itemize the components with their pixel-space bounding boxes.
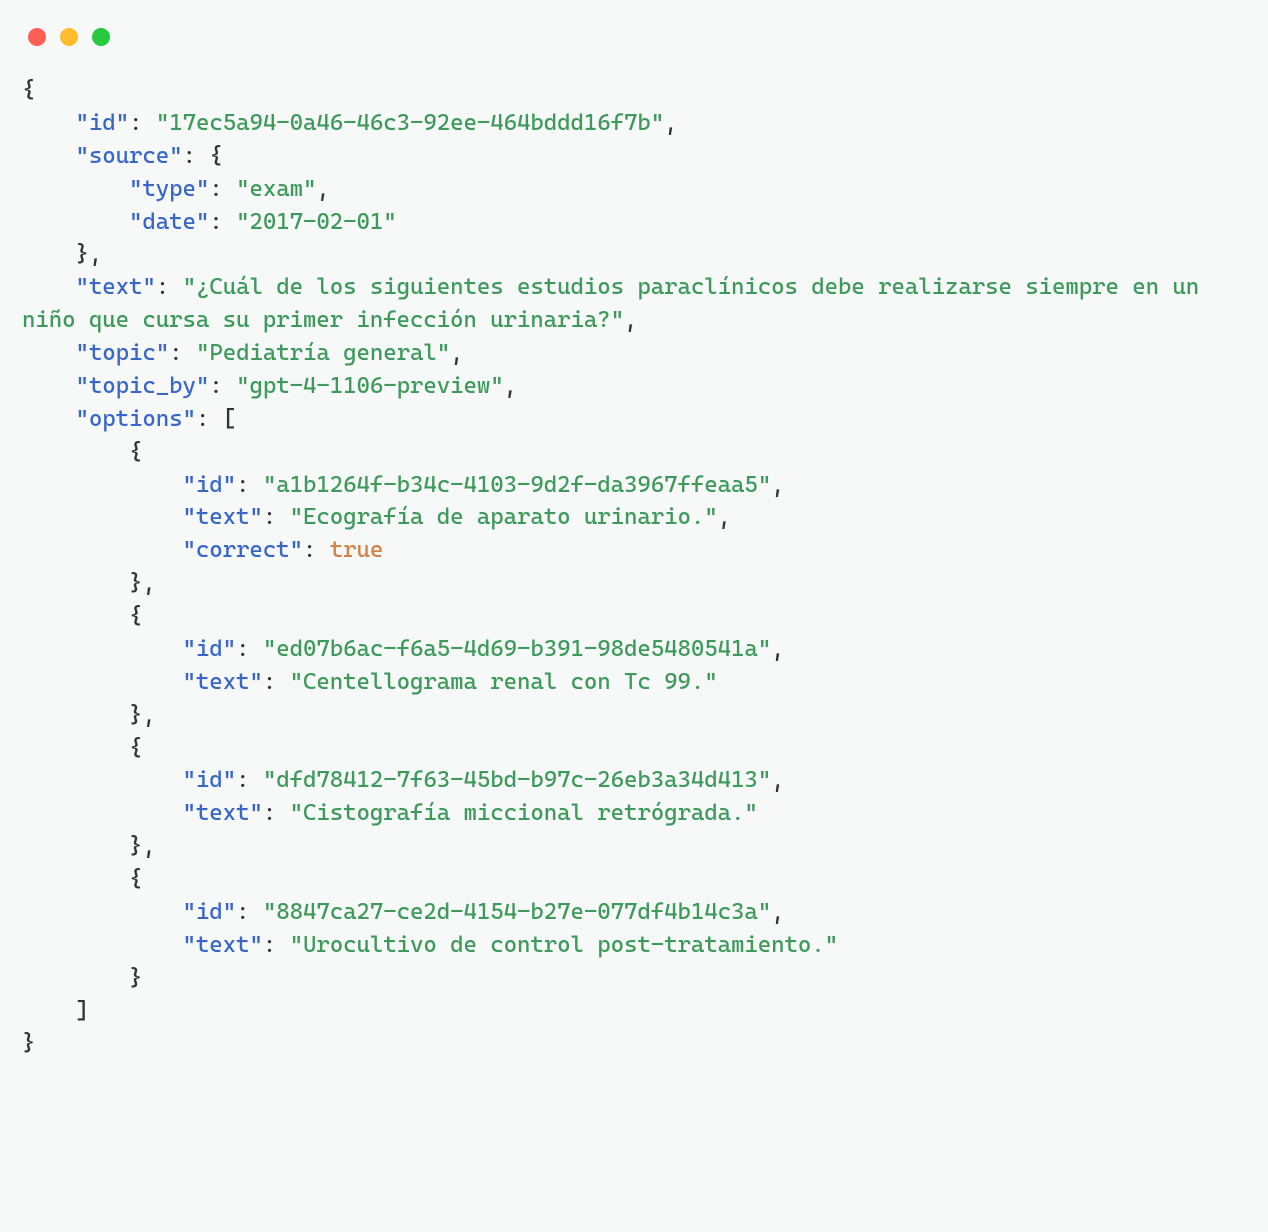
value-opt4-text: "Urocultivo de control post-tratamiento.… [290, 932, 838, 958]
key-topic-by: "topic_by" [76, 373, 210, 399]
key-id: "id" [76, 110, 130, 136]
traffic-lights [0, 0, 1268, 46]
brace-close: } [22, 1030, 35, 1056]
key-opt1-id: "id" [183, 472, 237, 498]
value-opt1-text: "Ecografía de aparato urinario." [290, 504, 718, 530]
value-opt2-id: "ed07b6ac-f6a5-4d69-b391-98de5480541a" [263, 636, 771, 662]
brace-open: { [22, 77, 35, 103]
close-icon[interactable] [28, 28, 46, 46]
key-opt3-id: "id" [183, 767, 237, 793]
key-opt1-correct: "correct" [183, 537, 303, 563]
maximize-icon[interactable] [92, 28, 110, 46]
key-source: "source" [76, 143, 183, 169]
value-opt3-text: "Cistografía miccional retrógrada." [290, 800, 758, 826]
key-opt2-text: "text" [183, 669, 263, 695]
key-opt4-id: "id" [183, 899, 237, 925]
value-opt3-id: "dfd78412-7f63-45bd-b97c-26eb3a34d413" [263, 767, 771, 793]
key-opt1-text: "text" [183, 504, 263, 530]
value-opt2-text: "Centellograma renal con Tc 99." [290, 669, 718, 695]
value-topic-by: "gpt-4-1106-preview" [236, 373, 504, 399]
minimize-icon[interactable] [60, 28, 78, 46]
code-block: { "id": "17ec5a94-0a46-46c3-92ee-464bddd… [0, 46, 1268, 1060]
value-source-date: "2017-02-01" [236, 209, 397, 235]
value-root-text: "¿Cuál de los siguientes estudios paracl… [22, 274, 1213, 333]
key-opt3-text: "text" [183, 800, 263, 826]
value-opt1-correct: true [330, 537, 384, 563]
key-type: "type" [129, 176, 209, 202]
key-date: "date" [129, 209, 209, 235]
key-opt4-text: "text" [183, 932, 263, 958]
code-window: { "id": "17ec5a94-0a46-46c3-92ee-464bddd… [0, 0, 1268, 1060]
value-source-type: "exam" [236, 176, 316, 202]
key-topic: "topic" [76, 340, 170, 366]
key-opt2-id: "id" [183, 636, 237, 662]
value-opt4-id: "8847ca27-ce2d-4154-b27e-077df4b14c3a" [263, 899, 771, 925]
key-text: "text" [76, 274, 156, 300]
value-root-id: "17ec5a94-0a46-46c3-92ee-464bddd16f7b" [156, 110, 664, 136]
key-options: "options" [76, 406, 196, 432]
value-topic: "Pediatría general" [196, 340, 450, 366]
value-opt1-id: "a1b1264f-b34c-4103-9d2f-da3967ffeaa5" [263, 472, 771, 498]
